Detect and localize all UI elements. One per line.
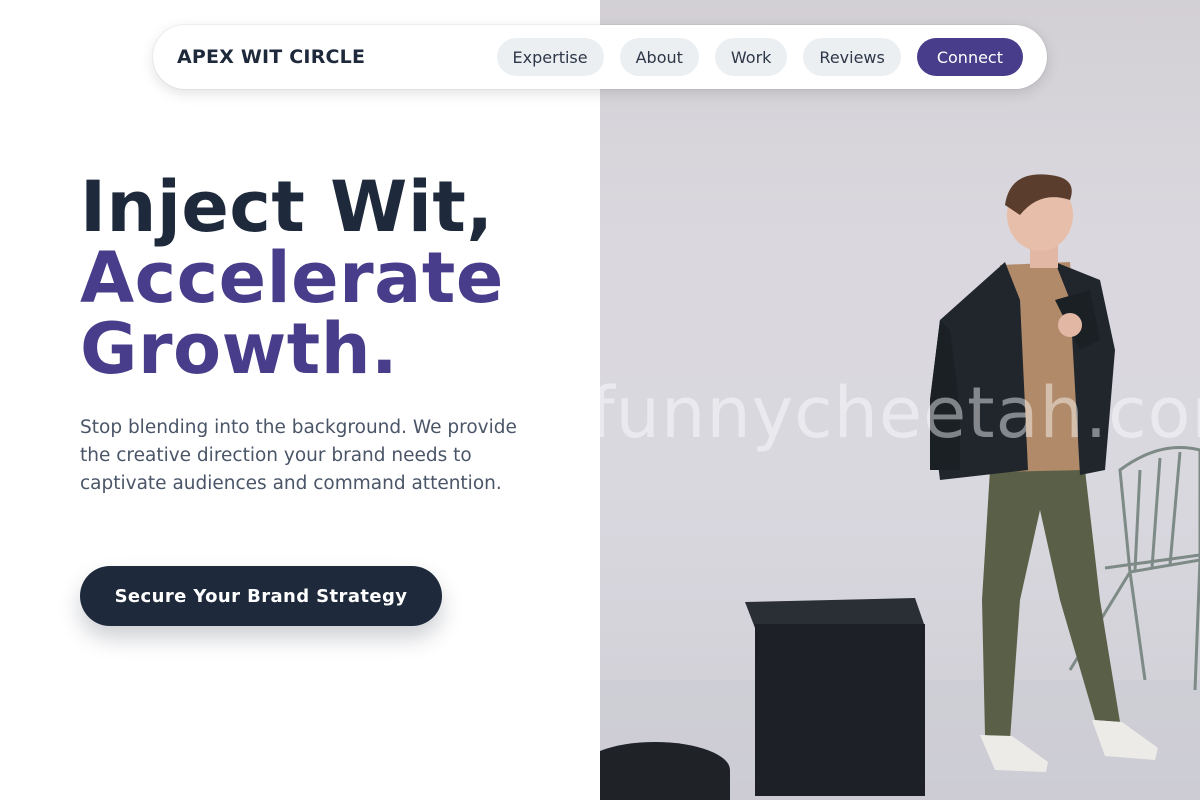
top-navbar: APEX WIT CIRCLE Expertise About Work Rev… (153, 25, 1047, 89)
nav-link-work[interactable]: Work (714, 38, 788, 76)
nav-link-reviews[interactable]: Reviews (803, 38, 901, 76)
brand-logo[interactable]: APEX WIT CIRCLE (177, 46, 365, 68)
nav-link-expertise[interactable]: Expertise (496, 38, 604, 76)
headline-line-2: Accelerate (80, 237, 504, 319)
secure-brand-strategy-button[interactable]: Secure Your Brand Strategy (80, 566, 442, 626)
headline-line-1: Inject Wit, (80, 166, 494, 248)
black-cube (745, 598, 924, 628)
headline-line-3: Growth. (80, 308, 399, 390)
hero-headline: Inject Wit, Accelerate Growth. (80, 172, 600, 385)
nav-link-about[interactable]: About (619, 38, 699, 76)
nav-links: Expertise About Work Reviews Connect (496, 38, 1023, 76)
hero-subcopy: Stop blending into the background. We pr… (80, 417, 517, 494)
hero-image: funnycheetah.com (600, 0, 1200, 800)
watermark-text: funnycheetah.com (600, 372, 1200, 454)
connect-button[interactable]: Connect (916, 38, 1023, 76)
